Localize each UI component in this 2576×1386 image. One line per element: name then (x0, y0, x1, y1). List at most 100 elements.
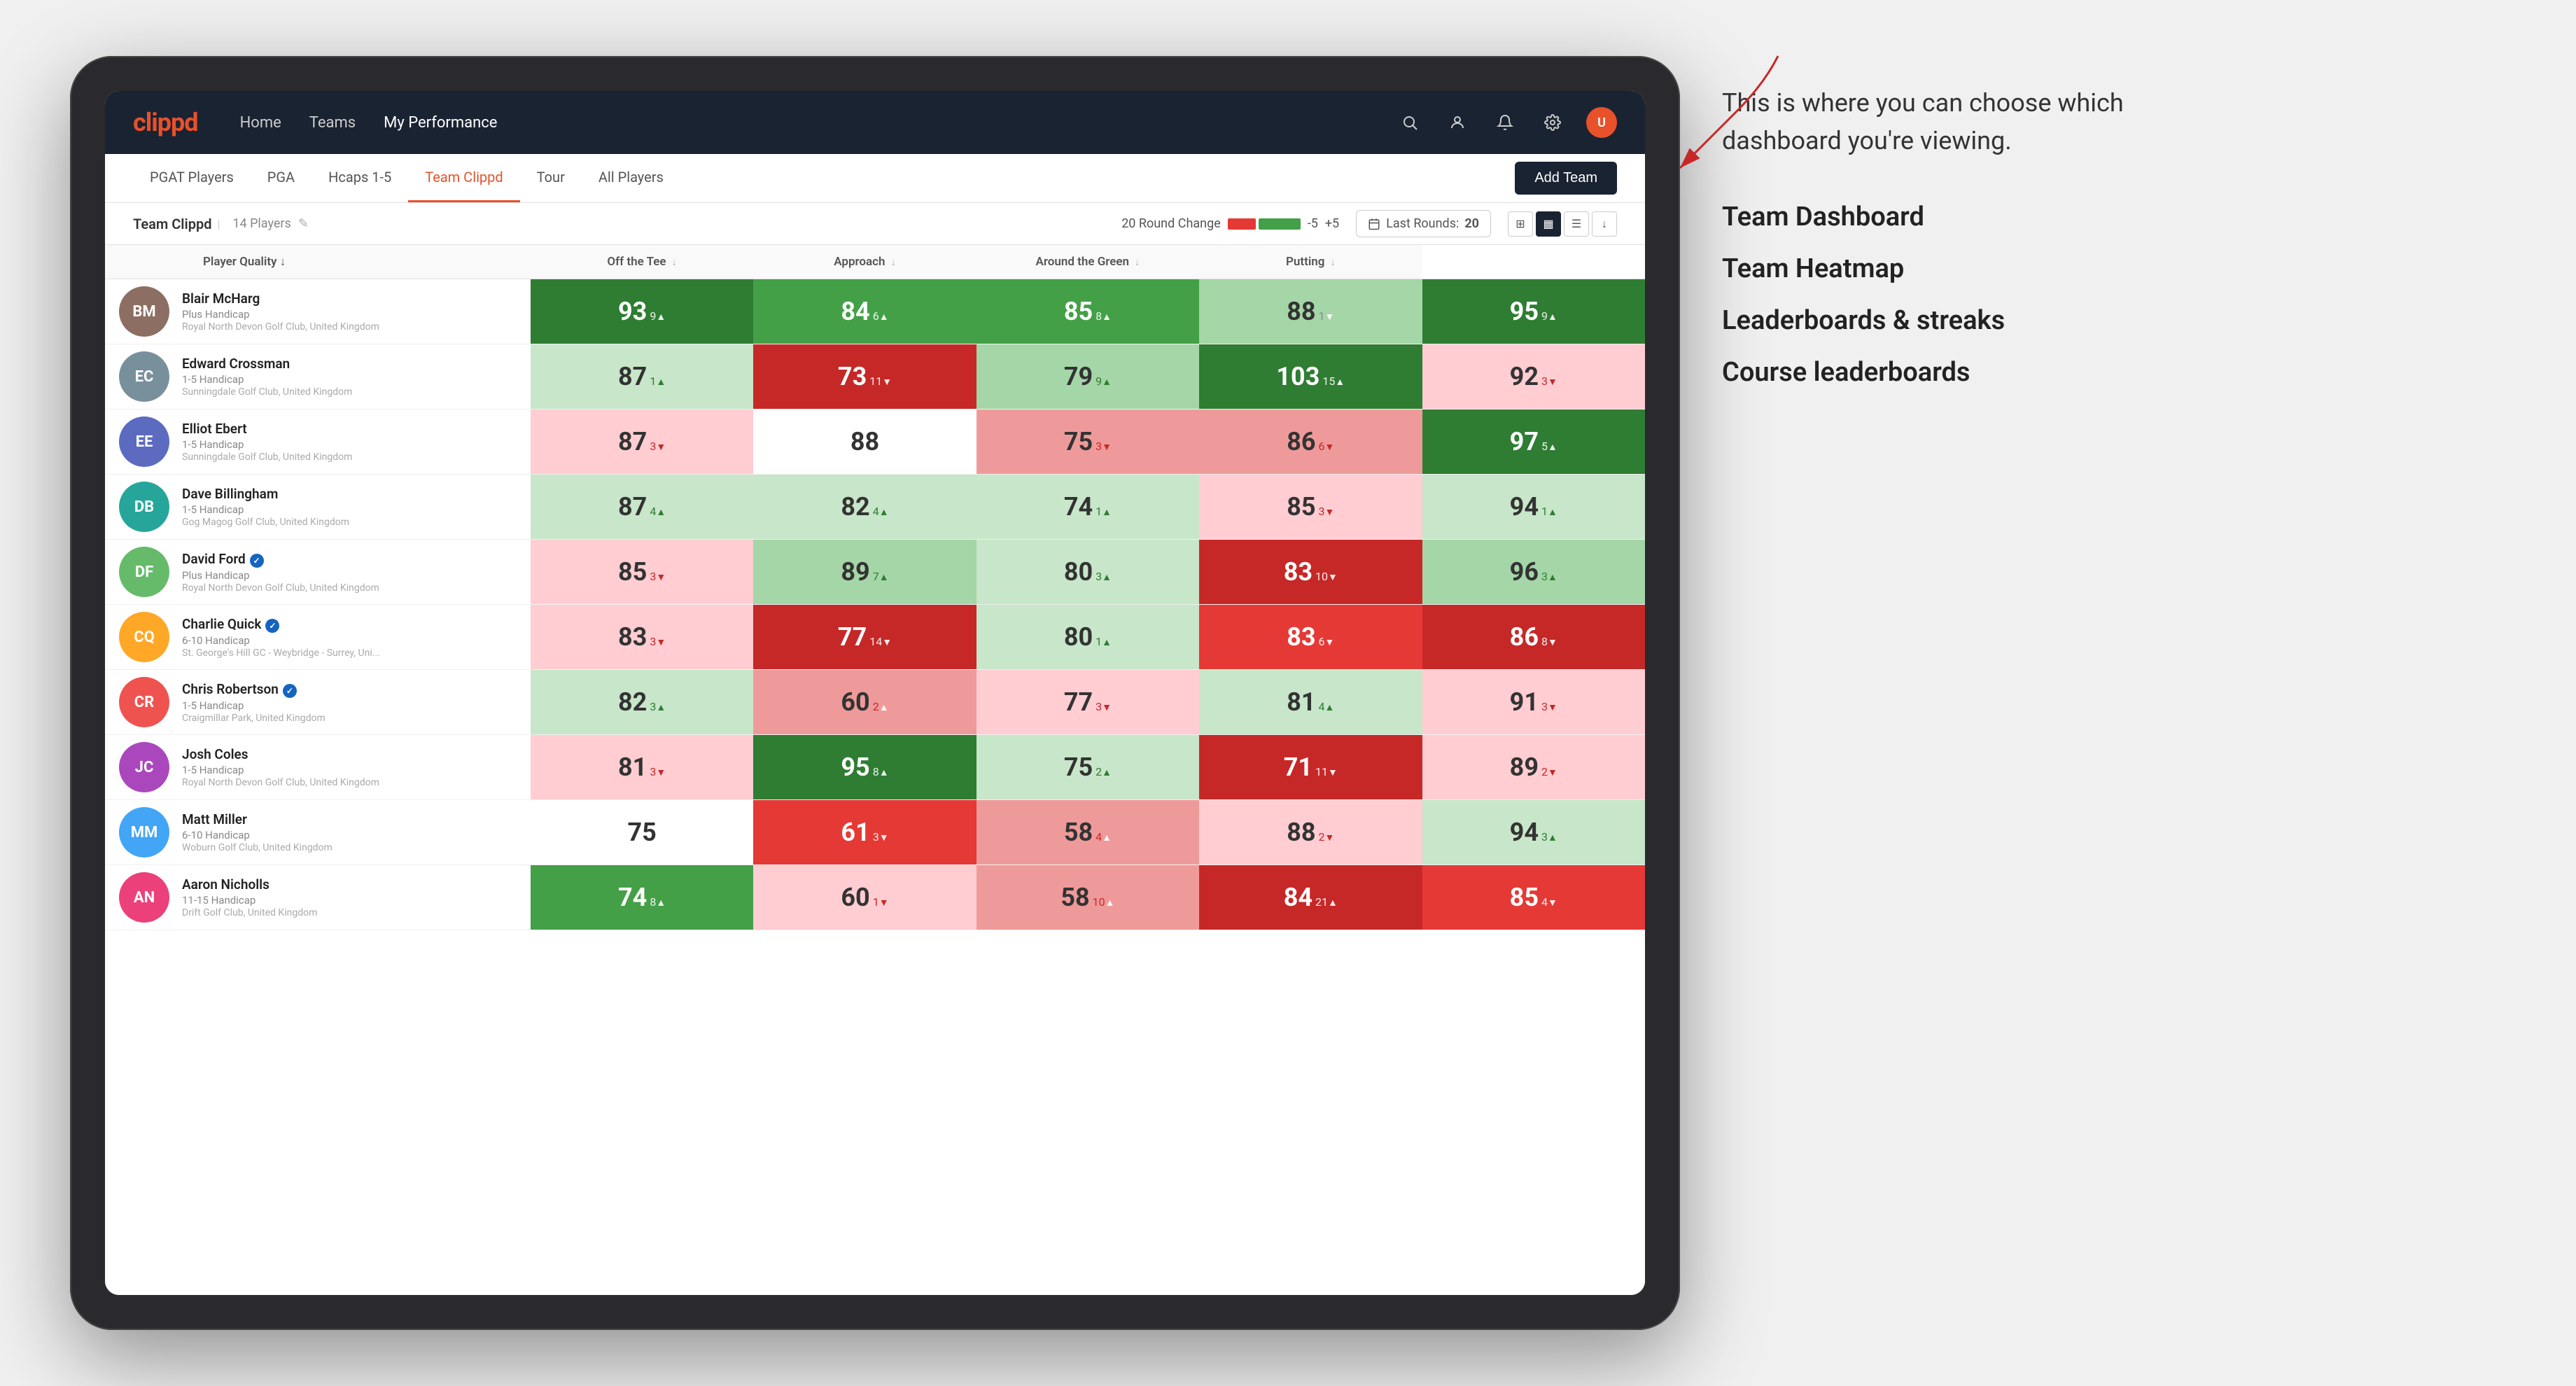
table-row[interactable]: CR Chris Robertson✓ 1-5 Handicap Craigmi… (105, 670, 1645, 735)
stat-cell[interactable]: 94 3▲ (1422, 800, 1645, 865)
last-rounds-button[interactable]: Last Rounds: 20 (1356, 210, 1491, 237)
stat-cell[interactable]: 84 6▲ (753, 279, 976, 344)
stat-cell[interactable]: 86 6▼ (1199, 410, 1422, 475)
edit-icon[interactable]: ✎ (298, 216, 309, 231)
nav-teams[interactable]: Teams (309, 114, 356, 132)
table-row[interactable]: JC Josh Coles 1-5 Handicap Royal North D… (105, 735, 1645, 800)
stat-value: 97 (1510, 427, 1539, 456)
stat-cell[interactable]: 61 3▼ (753, 800, 976, 865)
stat-cell[interactable]: 58 4▲ (976, 800, 1199, 865)
table-row[interactable]: AN Aaron Nicholls 11-15 Handicap Drift G… (105, 865, 1645, 930)
stat-value: 75 (1064, 752, 1093, 782)
stat-value: 77 (838, 622, 867, 652)
stat-cell[interactable]: 88 (753, 410, 976, 475)
stat-cell[interactable]: 85 3▼ (531, 540, 753, 605)
stat-change: 2▼ (1541, 765, 1558, 778)
stat-cell[interactable]: 84 21▲ (1199, 865, 1422, 930)
add-team-button[interactable]: Add Team (1515, 162, 1617, 195)
stat-cell[interactable]: 60 2▲ (753, 670, 976, 735)
nav-home[interactable]: Home (240, 114, 281, 132)
stat-cell[interactable]: 80 1▲ (976, 605, 1199, 670)
stat-cell[interactable]: 74 1▲ (976, 475, 1199, 540)
list-view-button[interactable]: ☰ (1564, 211, 1589, 237)
stat-cell[interactable]: 82 3▲ (531, 670, 753, 735)
grid-view-button[interactable]: ⊞ (1508, 211, 1533, 237)
stat-cell[interactable]: 86 8▼ (1422, 605, 1645, 670)
stat-cell[interactable]: 88 1▼ (1199, 279, 1422, 344)
stat-value: 75 (1064, 427, 1093, 456)
tab-pgat-players[interactable]: PGAT Players (133, 154, 251, 202)
nav-my-performance[interactable]: My Performance (384, 114, 497, 132)
stat-cell[interactable]: 87 4▲ (531, 475, 753, 540)
stat-cell[interactable]: 96 3▲ (1422, 540, 1645, 605)
stat-cell[interactable]: 95 9▲ (1422, 279, 1645, 344)
tab-team-clippd[interactable]: Team Clippd (408, 154, 519, 202)
heatmap-view-button[interactable]: ▦ (1536, 211, 1561, 237)
bell-icon[interactable] (1491, 108, 1519, 136)
stat-change: 4▲ (1096, 830, 1112, 844)
stat-change: 9▲ (650, 309, 666, 323)
stat-cell[interactable]: 60 1▼ (753, 865, 976, 930)
stat-cell[interactable]: 77 14▼ (753, 605, 976, 670)
tab-pga[interactable]: PGA (251, 154, 312, 202)
stat-cell[interactable]: 89 2▼ (1422, 735, 1645, 800)
tab-all-players[interactable]: All Players (582, 154, 680, 202)
stat-cell[interactable]: 79 9▲ (976, 344, 1199, 410)
stat-change: 11▼ (869, 374, 892, 388)
stat-value: 79 (1064, 362, 1093, 391)
stat-cell[interactable]: 75 2▲ (976, 735, 1199, 800)
stat-cell[interactable]: 77 3▼ (976, 670, 1199, 735)
stat-cell[interactable]: 75 3▼ (976, 410, 1199, 475)
stat-cell[interactable]: 89 7▲ (753, 540, 976, 605)
tab-tour[interactable]: Tour (520, 154, 582, 202)
search-icon[interactable] (1396, 108, 1424, 136)
stat-cell[interactable]: 81 4▲ (1199, 670, 1422, 735)
stat-cell[interactable]: 97 5▲ (1422, 410, 1645, 475)
stat-cell[interactable]: 85 4▼ (1422, 865, 1645, 930)
stat-cell[interactable]: 94 1▲ (1422, 475, 1645, 540)
stat-cell[interactable]: 75 (531, 800, 753, 865)
stat-cell[interactable]: 92 3▼ (1422, 344, 1645, 410)
tab-hcaps[interactable]: Hcaps 1-5 (312, 154, 408, 202)
export-button[interactable]: ↓ (1592, 211, 1617, 237)
col-putting: Putting ↓ (1199, 245, 1422, 279)
stat-cell[interactable]: 58 10▲ (976, 865, 1199, 930)
stat-cell[interactable]: 87 3▼ (531, 410, 753, 475)
stat-cell[interactable]: 85 8▲ (976, 279, 1199, 344)
stat-cell[interactable]: 83 3▼ (531, 605, 753, 670)
player-cell: DB Dave Billingham 1-5 Handicap Gog Mago… (105, 475, 531, 540)
stat-cell[interactable]: 71 11▼ (1199, 735, 1422, 800)
player-avatar: BM (119, 286, 169, 337)
stat-cell[interactable]: 93 9▲ (531, 279, 753, 344)
player-info: Chris Robertson✓ 1-5 Handicap Craigmilla… (182, 681, 326, 724)
stat-change: 10▲ (1093, 895, 1115, 909)
stat-change: 15▲ (1322, 374, 1345, 388)
table-row[interactable]: DF David Ford✓ Plus Handicap Royal North… (105, 540, 1645, 605)
stat-cell[interactable]: 83 6▼ (1199, 605, 1422, 670)
stat-value: 60 (841, 883, 869, 912)
user-avatar[interactable]: U (1586, 107, 1617, 138)
stat-cell[interactable]: 103 15▲ (1199, 344, 1422, 410)
table-row[interactable]: CQ Charlie Quick✓ 6-10 Handicap St. Geor… (105, 605, 1645, 670)
stat-cell[interactable]: 82 4▲ (753, 475, 976, 540)
stat-cell[interactable]: 81 3▼ (531, 735, 753, 800)
stat-cell[interactable]: 87 1▲ (531, 344, 753, 410)
settings-icon[interactable] (1539, 108, 1567, 136)
player-avatar: EC (119, 351, 169, 402)
stat-cell[interactable]: 73 11▼ (753, 344, 976, 410)
table-row[interactable]: DB Dave Billingham 1-5 Handicap Gog Mago… (105, 475, 1645, 540)
table-row[interactable]: EE Elliot Ebert 1-5 Handicap Sunningdale… (105, 410, 1645, 475)
stat-cell[interactable]: 74 8▲ (531, 865, 753, 930)
stat-cell[interactable]: 88 2▼ (1199, 800, 1422, 865)
stat-cell[interactable]: 91 3▼ (1422, 670, 1645, 735)
stat-cell[interactable]: 80 3▲ (976, 540, 1199, 605)
table-row[interactable]: BM Blair McHarg Plus Handicap Royal Nort… (105, 279, 1645, 344)
player-name: Blair McHarg (182, 290, 379, 307)
profile-icon[interactable] (1443, 108, 1471, 136)
stat-cell[interactable]: 83 10▼ (1199, 540, 1422, 605)
stat-cell[interactable]: 95 8▲ (753, 735, 976, 800)
stat-cell[interactable]: 85 3▼ (1199, 475, 1422, 540)
table-row[interactable]: EC Edward Crossman 1-5 Handicap Sunningd… (105, 344, 1645, 410)
table-row[interactable]: MM Matt Miller 6-10 Handicap Woburn Golf… (105, 800, 1645, 865)
option-team-heatmap: Team Heatmap (1722, 253, 2506, 284)
